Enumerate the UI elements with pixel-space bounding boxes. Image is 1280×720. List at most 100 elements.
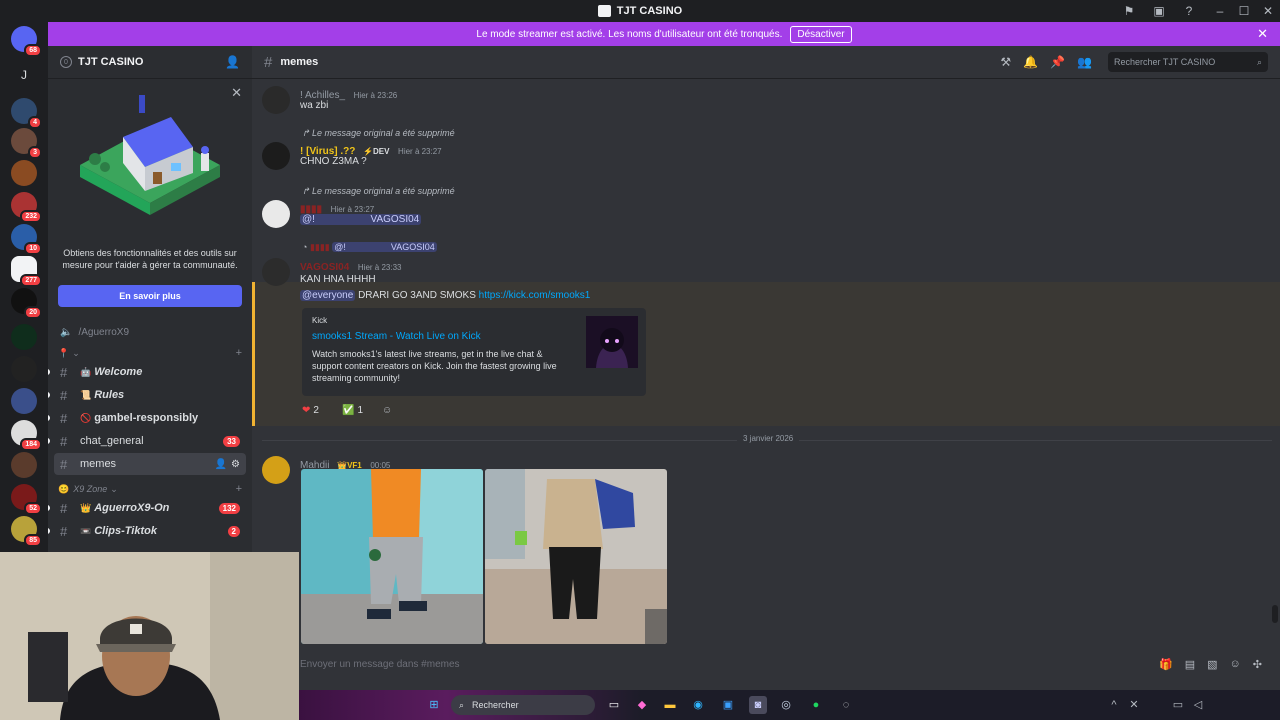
steam-icon[interactable]: ◎	[777, 696, 795, 714]
avatar[interactable]	[262, 86, 290, 114]
chevron-down-icon: ⌄	[72, 347, 80, 358]
threads-icon[interactable]: ⚒	[1000, 55, 1011, 69]
windows-start-icon[interactable]: ⊞	[425, 696, 443, 714]
task-view-icon[interactable]: ▭	[605, 696, 623, 714]
search-icon: ⌕	[1256, 56, 1262, 67]
promo-text: Obtiens des fonctionnalités et des outil…	[62, 248, 238, 270]
user-mention[interactable]: @! VAGOSI04	[300, 214, 422, 225]
category-header[interactable]: 😊 X9 Zone ⌄ +	[48, 481, 252, 497]
gift-icon[interactable]: 🎁	[1159, 658, 1173, 671]
apps-icon[interactable]: ✣	[1253, 658, 1262, 671]
timestamp: Hier à 23:27	[398, 147, 442, 156]
server-rail: 68 J 4 3 232 10 277 20 184 52 85	[0, 22, 48, 552]
server-icon[interactable]: 232	[11, 192, 42, 223]
network-icon[interactable]: ▭	[1169, 696, 1187, 714]
disable-streamer-button[interactable]: Désactiver	[790, 25, 852, 43]
embed-thumbnail[interactable]	[586, 316, 638, 368]
server-icon[interactable]: 4	[11, 98, 42, 129]
add-channel-icon[interactable]: +	[236, 483, 242, 495]
server-icon[interactable]: 3	[11, 128, 42, 159]
message-text-2: @everyone DRARI GO 3AND SMOKS https://ki…	[300, 290, 591, 301]
server-icon[interactable]	[11, 324, 37, 350]
server-icon[interactable]: 85	[11, 516, 42, 547]
reply-preview[interactable]: ↱ Le message original a été supprimé	[302, 128, 455, 139]
reaction-check[interactable]: ✅ 1	[342, 402, 363, 418]
invite-icon[interactable]: 👤	[225, 55, 240, 69]
discord-taskbar-icon[interactable]: ◙	[749, 696, 767, 714]
channel-rules[interactable]: # 📜 Rules	[48, 384, 246, 406]
server-icon[interactable]	[11, 452, 37, 478]
reaction-heart[interactable]: ❤ 2	[302, 402, 319, 418]
message-link[interactable]: https://kick.com/smooks1	[479, 290, 591, 301]
sticker-icon[interactable]: ▧	[1207, 658, 1217, 671]
server-boost-badge: 0	[60, 56, 72, 68]
avatar[interactable]	[262, 456, 290, 484]
store-icon[interactable]: ▣	[719, 696, 737, 714]
channel-label: Clips-Tiktok	[94, 525, 157, 537]
message-composer[interactable]: Envoyer un message dans #memes 🎁 ▤ ▧ ☺ ✣	[252, 650, 1280, 678]
members-icon[interactable]: 👥	[1077, 55, 1092, 69]
reply-preview[interactable]: ◔ ▮▮▮▮ @! VAGOSI04	[302, 242, 437, 253]
invite-icon[interactable]: 👤	[215, 459, 227, 470]
emoji-icon[interactable]: ☺	[1230, 658, 1241, 671]
reply-preview[interactable]: ↱ Le message original a été supprimé	[302, 186, 455, 197]
taskbar-search[interactable]: ⌕ Rechercher	[451, 695, 595, 715]
channel-welcome[interactable]: # 🤖 Welcome	[48, 361, 246, 383]
avatar[interactable]	[262, 258, 290, 286]
volume-icon[interactable]: ◁	[1189, 696, 1207, 714]
screen-share-icon[interactable]: ▣	[1148, 0, 1170, 22]
server-icon[interactable]: 20	[11, 288, 42, 319]
channel-clips-tiktok[interactable]: # 📼 Clips-Tiktok 2	[48, 520, 246, 542]
inbox-icon[interactable]: ⚑	[1118, 0, 1140, 22]
server-icon[interactable]	[11, 388, 37, 414]
taskbar-search-label: Rechercher	[472, 700, 519, 710]
maximize-button[interactable]: ☐	[1232, 4, 1256, 18]
server-j[interactable]: J	[11, 62, 37, 88]
search-input[interactable]: Rechercher TJT CASINO ⌕	[1108, 52, 1268, 72]
username[interactable]: VAGOSI04	[300, 262, 349, 273]
server-icon[interactable]: 10	[11, 224, 42, 255]
avatar[interactable]	[262, 142, 290, 170]
category-header[interactable]: 📍 ⌄ +	[48, 345, 252, 361]
close-window-button[interactable]: ✕	[1256, 4, 1280, 18]
channel-chat-general[interactable]: # chat_general 33	[48, 430, 246, 452]
unread-indicator	[48, 415, 50, 421]
gear-icon[interactable]: ⚙	[231, 459, 240, 470]
spotify-icon[interactable]: ●	[807, 696, 825, 714]
edge-icon[interactable]: ◉	[689, 696, 707, 714]
help-icon[interactable]: ?	[1178, 0, 1200, 22]
server-name[interactable]: TJT CASINO	[78, 56, 225, 68]
close-icon[interactable]: ✕	[231, 85, 242, 101]
voice-user-row[interactable]: 🔈 /AguerroX9	[48, 321, 252, 343]
everyone-mention[interactable]: @everyone	[300, 290, 356, 301]
scrollbar-thumb[interactable]	[1272, 605, 1278, 623]
add-channel-icon[interactable]: +	[236, 347, 242, 359]
avatar[interactable]	[262, 200, 290, 228]
channel-memes[interactable]: # memes 👤 ⚙	[54, 453, 246, 475]
close-icon[interactable]: ✕	[1257, 26, 1268, 42]
server-header[interactable]: 0 TJT CASINO 👤	[48, 46, 252, 79]
file-explorer-icon[interactable]: ▬	[661, 696, 679, 714]
app-icon[interactable]: ◌	[837, 696, 855, 714]
pin-icon[interactable]: 📌	[1050, 55, 1065, 69]
image-attachment[interactable]	[301, 469, 483, 644]
bell-icon[interactable]: 🔔	[1023, 55, 1038, 69]
home-button[interactable]: 68	[11, 26, 42, 57]
server-icon[interactable]: 184	[11, 420, 42, 451]
learn-more-button[interactable]: En savoir plus	[58, 285, 242, 307]
server-icon-active[interactable]: 277	[11, 256, 42, 287]
copilot-icon[interactable]: ◆	[633, 696, 651, 714]
gif-icon[interactable]: ▤	[1185, 658, 1195, 671]
image-attachment[interactable]	[485, 469, 667, 644]
server-icon[interactable]	[11, 160, 37, 186]
minimize-button[interactable]: –	[1208, 4, 1232, 18]
channel-gambel-responsibly[interactable]: # 🚫 gambel-responsibly	[48, 407, 246, 429]
add-reaction-icon[interactable]: ☺	[382, 402, 392, 418]
server-icon[interactable]	[11, 356, 37, 382]
channel-aguerrox9-on[interactable]: # 👑 AguerroX9-On 132	[48, 497, 246, 519]
webcam-overlay	[0, 552, 299, 720]
server-icon[interactable]: 52	[11, 484, 42, 515]
channel-header: # memes ⚒ 🔔 📌 👥 Rechercher TJT CASINO ⌕	[252, 46, 1280, 79]
chevron-up-icon[interactable]: ^	[1105, 696, 1123, 714]
tray-app-icon[interactable]: ✕	[1125, 696, 1143, 714]
